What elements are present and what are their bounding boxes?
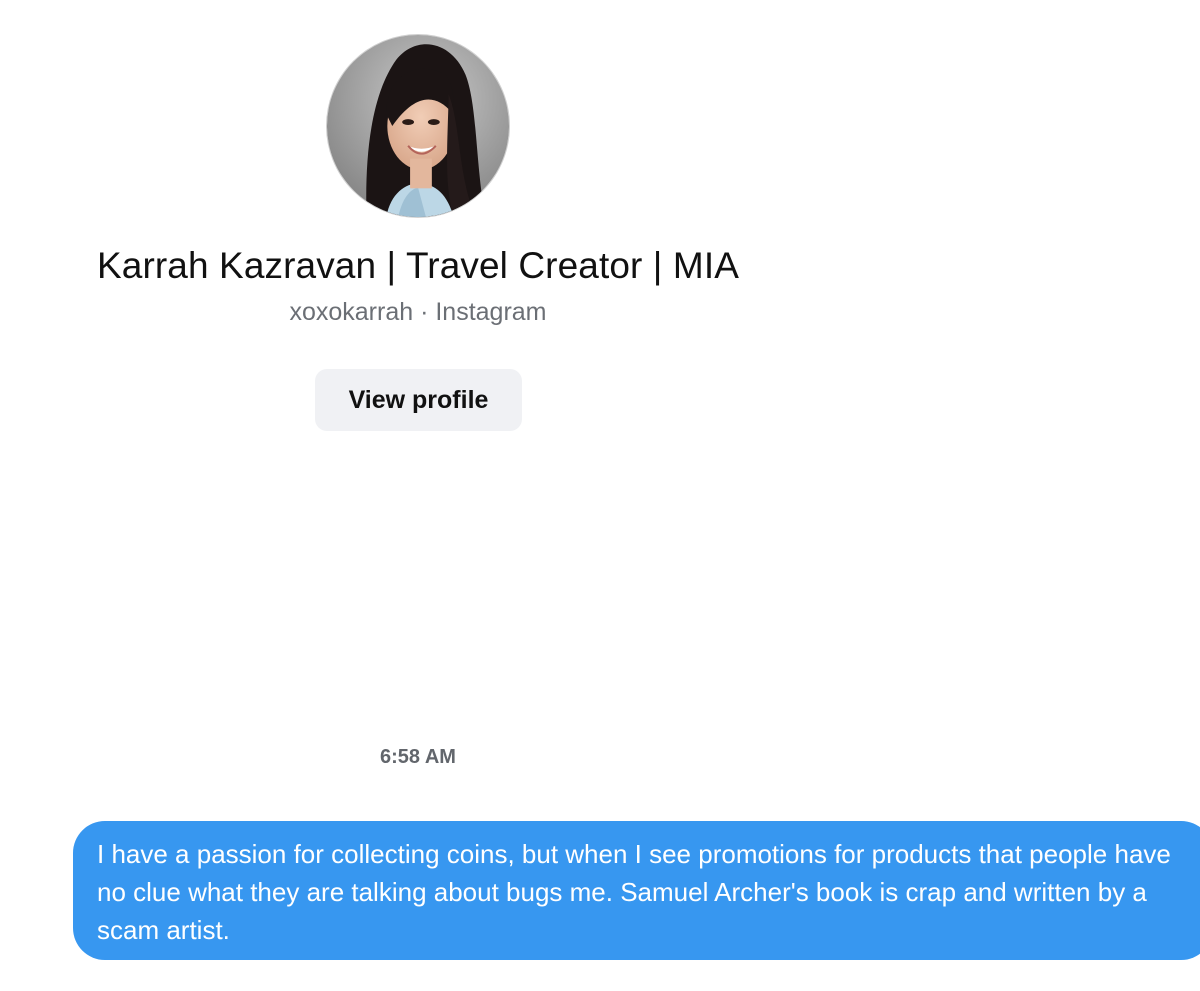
profile-subtitle: xoxokarrah · Instagram (289, 298, 547, 326)
profile-name: Karrah Kazravan | Travel Creator | MIA (97, 245, 739, 286)
sent-message-bubble[interactable]: I have a passion for collecting coins, b… (73, 821, 1200, 960)
chat-page: Karrah Kazravan | Travel Creator | MIA x… (0, 0, 1200, 991)
profile-avatar[interactable] (326, 34, 510, 218)
message-text: I have a passion for collecting coins, b… (97, 839, 1171, 945)
view-profile-button[interactable]: View profile (315, 369, 522, 431)
avatar-photo-icon (327, 35, 509, 217)
message-timestamp: 6:58 AM (380, 746, 456, 768)
profile-header: Karrah Kazravan | Travel Creator | MIA x… (0, 0, 836, 440)
